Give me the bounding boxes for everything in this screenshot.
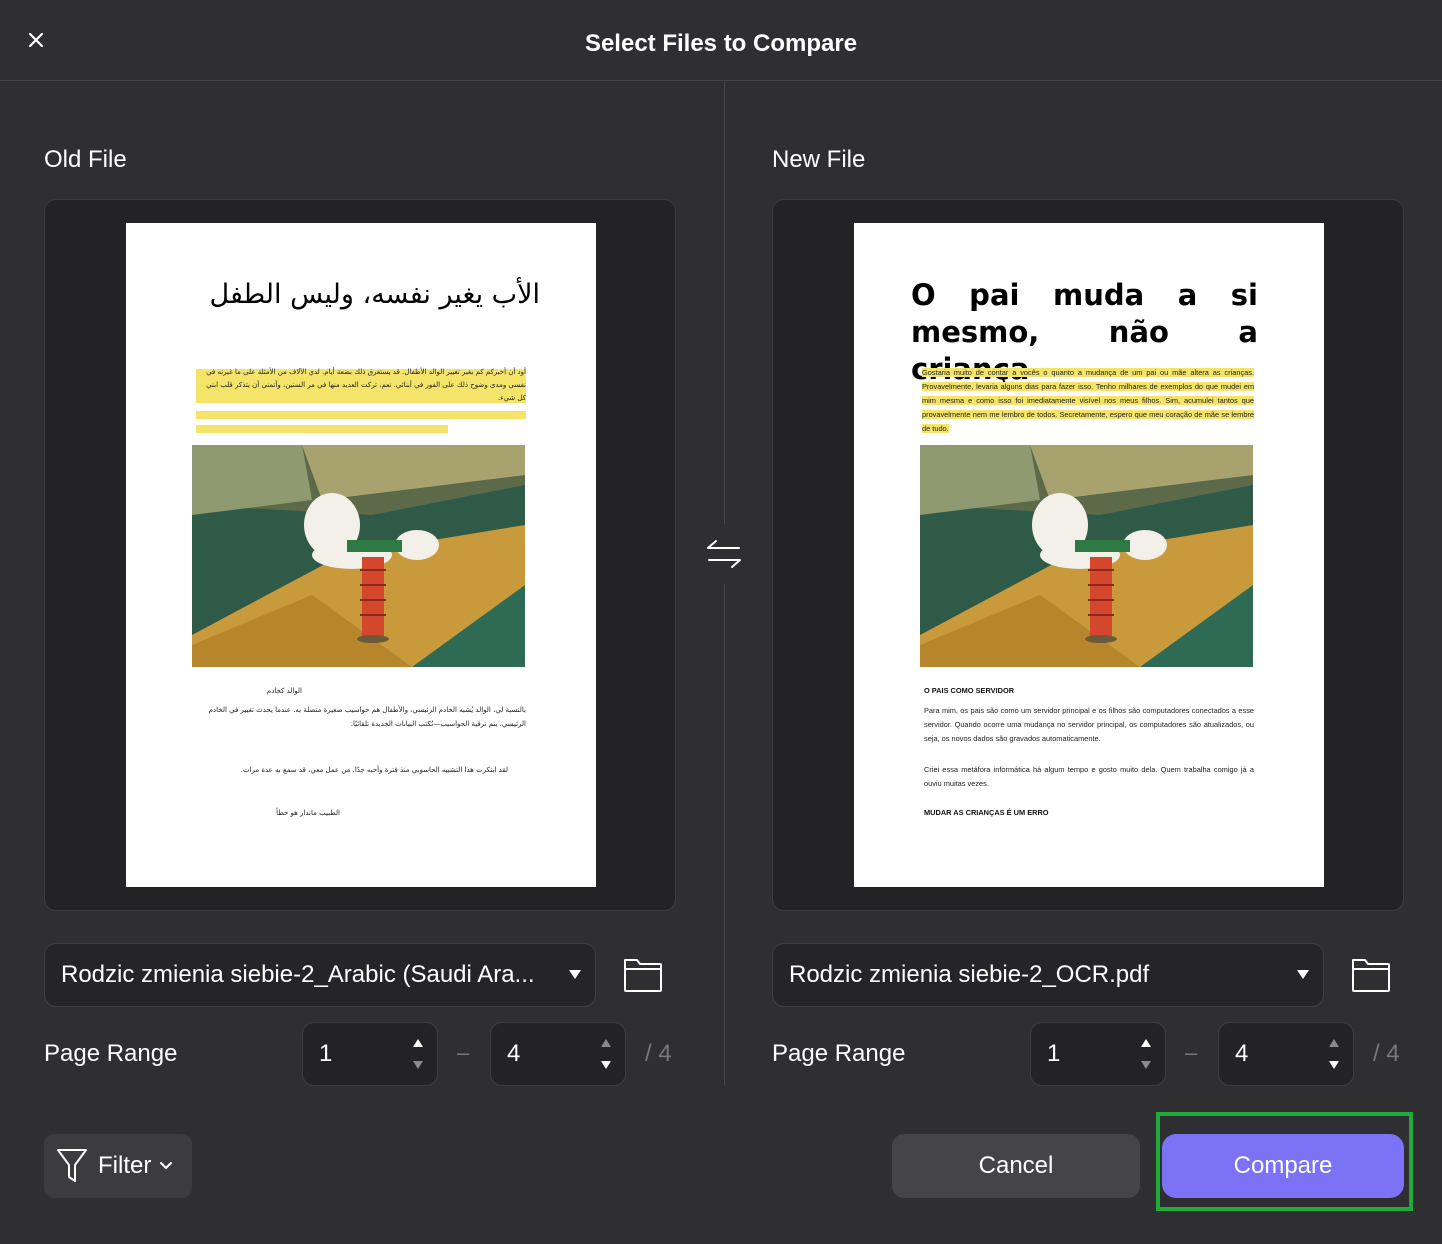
filter-button[interactable]: Filter [44, 1134, 192, 1198]
cancel-button[interactable]: Cancel [892, 1134, 1140, 1198]
old-preview-paragraph: بالنسبة لي، الوالد يُشبه الخادم الرئيسي،… [208, 706, 526, 728]
stepper-down-icon[interactable] [1141, 1061, 1151, 1069]
folder-icon [1352, 959, 1390, 992]
stepper-up-icon[interactable] [601, 1039, 611, 1047]
old-range-to-stepper[interactable]: 4 [490, 1022, 626, 1086]
title-bar: Select Files to Compare [0, 0, 1442, 81]
old-file-page-thumbnail: الأب يغير نفسه، وليس الطفل أود أن أخبركم… [126, 223, 596, 887]
new-total-pages: / 4 [1373, 1040, 1400, 1067]
folder-icon [624, 959, 662, 992]
compare-button[interactable]: Compare [1162, 1134, 1404, 1198]
new-range-from-value: 1 [1047, 1040, 1061, 1067]
new-preview-subhead: O PAIS COMO SERVIDOR [924, 686, 1015, 695]
new-range-from-stepper[interactable]: 1 [1030, 1022, 1166, 1086]
highlight-line [196, 411, 526, 419]
spring-rider-photo [192, 445, 525, 667]
old-range-to-value: 4 [507, 1040, 521, 1067]
old-total-pages: / 4 [645, 1040, 672, 1067]
new-range-to-value: 4 [1235, 1040, 1249, 1067]
new-preview-paragraph: Gostaria muito de contar a vocês o quant… [922, 366, 1254, 436]
spring-rider-photo [920, 445, 1253, 667]
swap-arrows-icon [707, 540, 741, 568]
new-preview-paragraph: Para mim, os pais são como um servidor p… [924, 706, 1254, 743]
stepper-down-icon[interactable] [601, 1061, 611, 1069]
new-file-name: Rodzic zmienia siebie-2_OCR.pdf [789, 961, 1150, 988]
new-range-to-stepper[interactable]: 4 [1218, 1022, 1354, 1086]
chevron-down-icon [160, 1162, 173, 1170]
dropdown-caret-icon [569, 970, 581, 979]
old-range-from-value: 1 [319, 1040, 333, 1067]
old-page-range-label: Page Range [44, 1040, 178, 1067]
old-file-preview: الأب يغير نفسه، وليس الطفل أود أن أخبركم… [44, 199, 676, 911]
swap-files-button[interactable] [700, 524, 748, 584]
new-page-range-label: Page Range [772, 1040, 906, 1067]
stepper-down-icon[interactable] [413, 1061, 423, 1069]
range-separator: – [457, 1040, 470, 1065]
new-file-page-thumbnail: O pai muda a si mesmo, não a criança Gos… [854, 223, 1324, 887]
old-file-heading: Old File [44, 146, 127, 173]
range-separator: – [1185, 1040, 1198, 1065]
old-file-browse-button[interactable] [620, 952, 666, 998]
new-file-heading: New File [772, 146, 866, 173]
new-preview-paragraph: Criei essa metáfora informática há algum… [924, 765, 1254, 788]
old-preview-paragraph: أود أن أخبركم كم يغير تغيير الوالد الأطف… [206, 368, 526, 402]
new-file-browse-button[interactable] [1348, 952, 1394, 998]
stepper-up-icon[interactable] [413, 1039, 423, 1047]
new-file-select[interactable]: Rodzic zmienia siebie-2_OCR.pdf [772, 943, 1324, 1007]
old-preview-paragraph: الطبيب ماندار هو خطأ [276, 809, 340, 817]
old-preview-title: الأب يغير نفسه، وليس الطفل [209, 279, 541, 310]
stepper-up-icon[interactable] [1141, 1039, 1151, 1047]
stepper-down-icon[interactable] [1329, 1061, 1339, 1069]
old-file-select[interactable]: Rodzic zmienia siebie-2_Arabic (Saudi Ar… [44, 943, 596, 1007]
filter-label: Filter [98, 1152, 152, 1179]
old-preview-paragraph: لقد ابتكرت هذا التشبيه الحاسوبي منذ فترة… [240, 766, 508, 774]
stepper-up-icon[interactable] [1329, 1039, 1339, 1047]
new-preview-subhead: MUDAR AS CRIANÇAS É UM ERRO [924, 808, 1049, 817]
highlight-line [196, 425, 448, 433]
old-range-from-stepper[interactable]: 1 [302, 1022, 438, 1086]
dropdown-caret-icon [1297, 970, 1309, 979]
new-file-preview: O pai muda a si mesmo, não a criança Gos… [772, 199, 1404, 911]
filter-icon [57, 1149, 87, 1182]
dialog-title: Select Files to Compare [584, 30, 858, 57]
old-file-name: Rodzic zmienia siebie-2_Arabic (Saudi Ar… [61, 961, 535, 988]
old-preview-subhead: الوالد كخادم [266, 687, 302, 695]
highlighted-text: Gostaria muito de contar a vocês o quant… [922, 368, 1254, 433]
